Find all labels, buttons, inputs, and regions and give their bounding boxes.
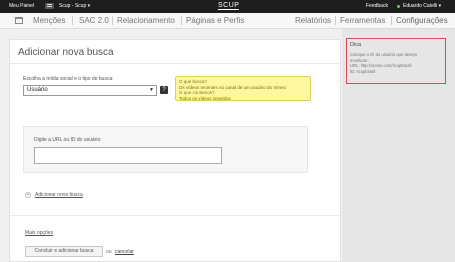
tip-answer-2: Todos os vídeos inseridos (179, 95, 231, 101)
url-input[interactable] (34, 147, 222, 164)
plus-icon[interactable]: + (25, 192, 31, 198)
select-label: Escolha a mídia social e o tipo de busca… (23, 76, 114, 82)
hint-line: ID: scupbrasil (350, 68, 376, 74)
nav-divider (112, 16, 113, 25)
nav-divider (391, 16, 392, 25)
hint-title: Dica (350, 42, 362, 48)
help-icon[interactable]: ? (160, 86, 168, 94)
top-bar: Meu Painel Scup - Scup ▾ SCUP Feedback E… (0, 0, 455, 13)
search-type-select[interactable]: Usuário ▼ (23, 85, 157, 96)
url-label: Digite a URL ou ID do usuário: (34, 137, 102, 143)
dashboard-icon[interactable] (15, 17, 23, 24)
nav-divider (335, 16, 336, 25)
nav-relatorios[interactable]: Relatórios (295, 16, 331, 25)
user-menu[interactable]: Eduardo Catelli ▾ (403, 3, 441, 9)
nav-divider (72, 16, 73, 25)
tip-question-2: O que contamos? (179, 90, 215, 95)
cancel-link[interactable]: cancelar (115, 249, 134, 255)
feedback-link[interactable]: Feedback (366, 3, 388, 9)
add-search-panel: Adicionar nova busca Escolha a mídia soc… (9, 39, 341, 262)
page-title: Adicionar nova busca (18, 47, 114, 58)
search-type-value: Usuário (27, 87, 48, 93)
nav-paginas-perfis[interactable]: Páginas e Perfis (186, 16, 244, 25)
nav-mencoes[interactable]: Menções (33, 16, 65, 25)
my-panel-link[interactable]: Meu Painel (9, 3, 34, 9)
tip-question-1: O que busca? (179, 79, 208, 84)
submit-button[interactable]: Concluir e adicionar busca (25, 246, 103, 257)
nav-divider (181, 16, 182, 25)
scup-logo[interactable]: SCUP (218, 2, 240, 10)
tip-answer-1: Os vídeos recentes no canal de um usuári… (179, 84, 286, 90)
divider (10, 215, 340, 216)
more-options-link[interactable]: Mais opções (25, 230, 53, 236)
nav-configuracoes[interactable]: Configurações (396, 16, 448, 25)
divider (10, 63, 340, 64)
add-search-link[interactable]: Adicionar nova busca (35, 192, 83, 198)
main-nav: Menções SAC 2.0 Relacionamento Páginas e… (0, 13, 455, 29)
url-section: Digite a URL ou ID do usuário: (23, 126, 308, 173)
chevron-down-icon: ▼ (149, 87, 154, 93)
nav-sac[interactable]: SAC 2.0 (79, 16, 109, 25)
or-text: ou (106, 249, 112, 255)
nav-ferramentas[interactable]: Ferramentas (340, 16, 385, 25)
hint-box: Dica Coloque o ID do usuário que deseja … (346, 38, 446, 84)
account-switcher[interactable]: Scup - Scup ▾ (59, 3, 90, 9)
search-tip-box: O que busca? Os vídeos recentes no canal… (175, 76, 311, 101)
online-status-icon (397, 5, 400, 8)
menu-icon[interactable] (45, 3, 54, 9)
nav-relacionamento[interactable]: Relacionamento (117, 16, 175, 25)
